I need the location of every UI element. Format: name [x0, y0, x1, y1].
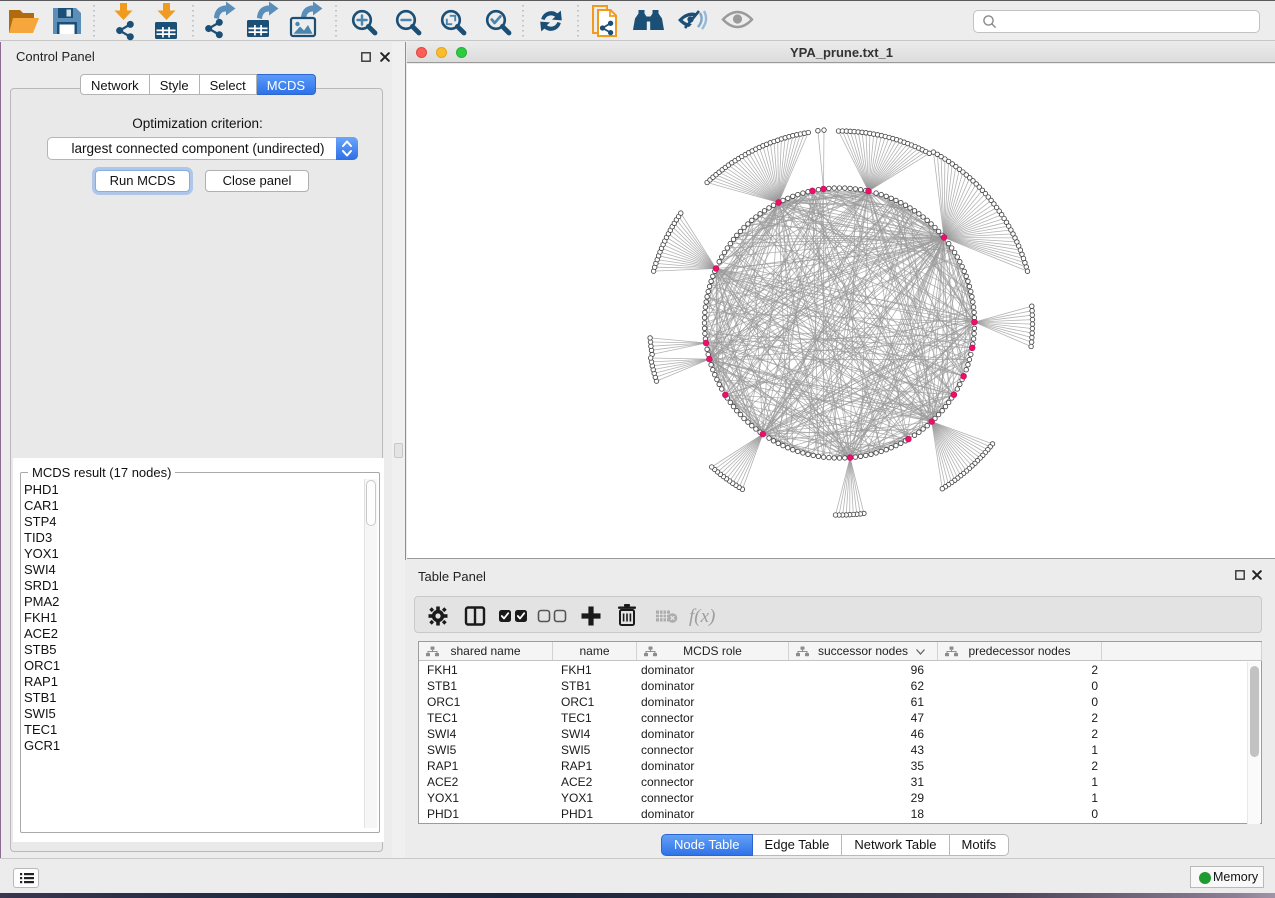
svg-text:f(x): f(x) [689, 606, 715, 627]
